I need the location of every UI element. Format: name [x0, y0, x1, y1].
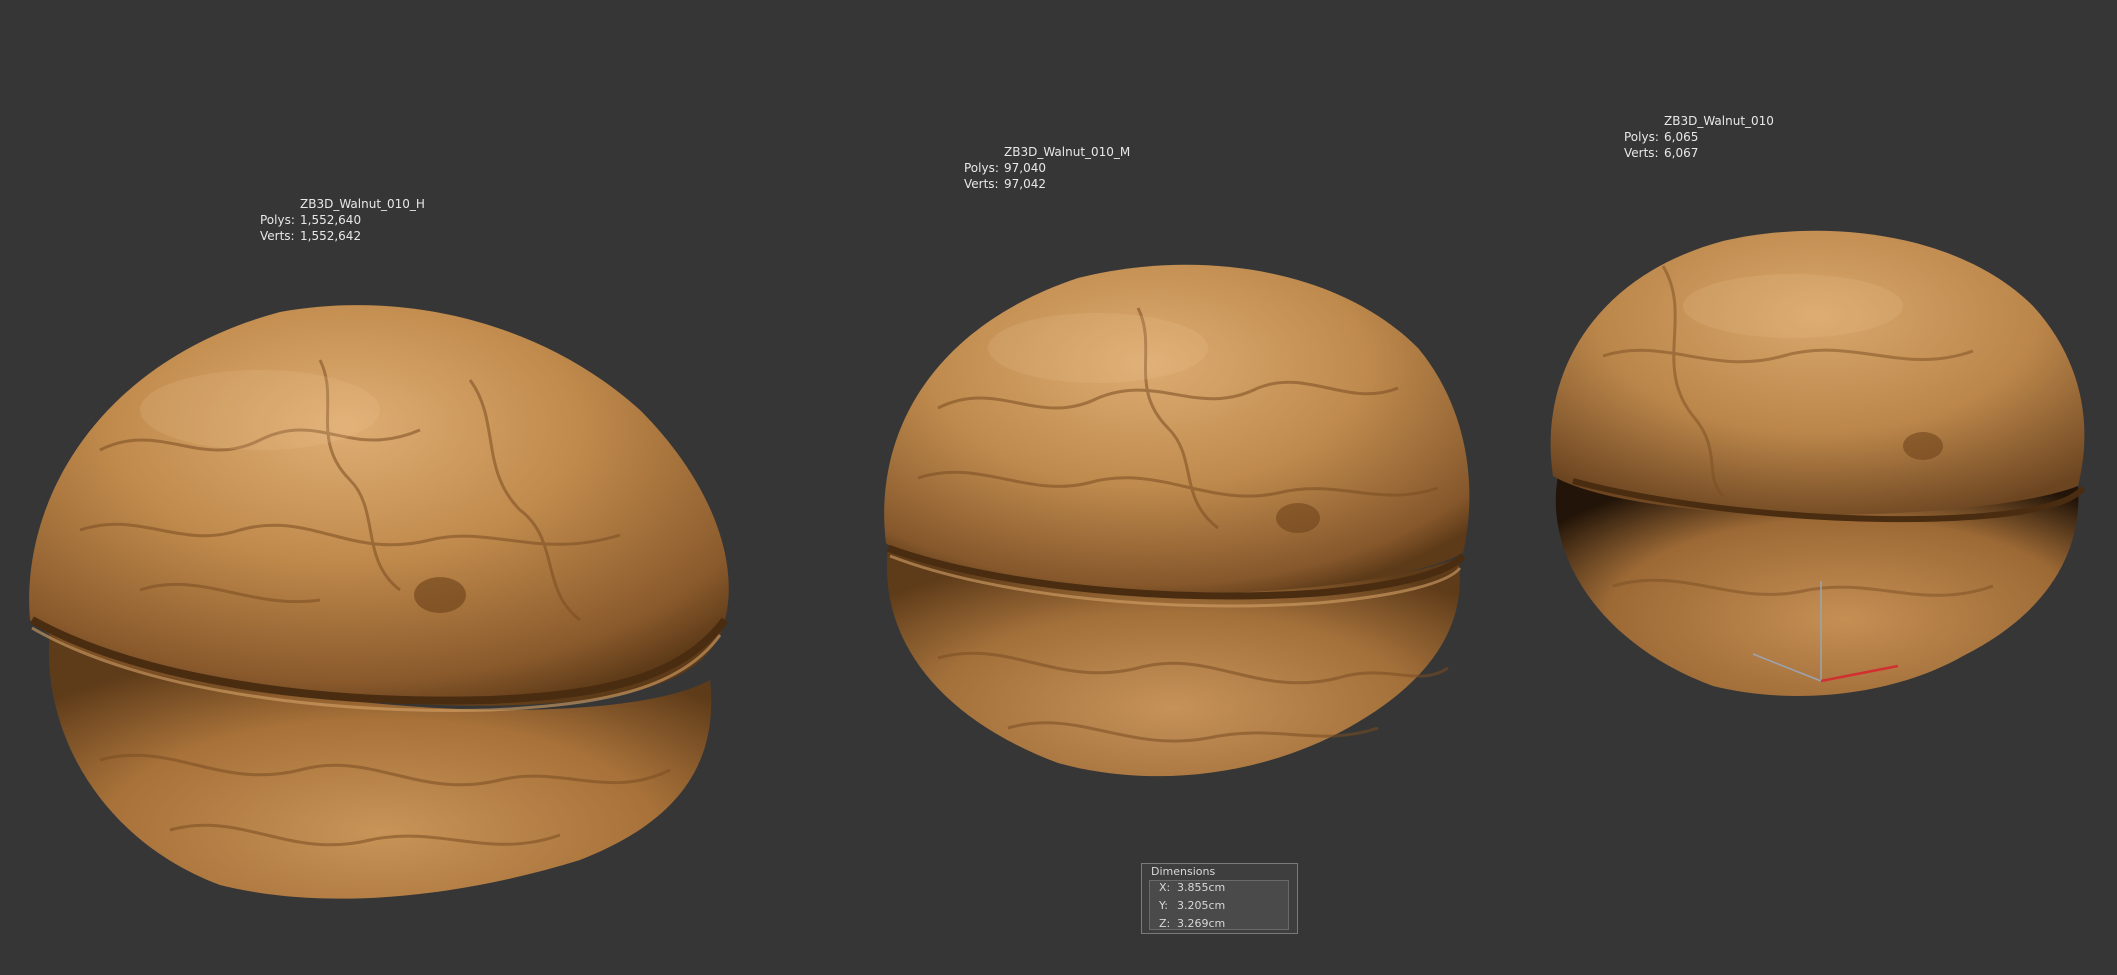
dimension-z-value: 3.269cm	[1177, 917, 1226, 930]
dimension-x-label: X:	[1159, 881, 1171, 894]
polys-value: 1,552,640	[300, 213, 362, 227]
dimension-x-value: 3.855cm	[1177, 881, 1226, 894]
model-stats-mid: ZB3D_Walnut_010_M Polys: 97,040 Verts: 97,…	[964, 144, 1164, 192]
dimensions-title: Dimensions	[1151, 865, 1216, 878]
model-name: ZB3D_Walnut_010	[1664, 114, 1774, 128]
verts-value: 6,067	[1664, 146, 1699, 160]
dimensions-panel: Dimensions X: 3.855cm Y: 3.205cm Z: 3.269cm	[1141, 863, 1298, 934]
walnut-model-high[interactable]	[20, 300, 740, 910]
polys-label: Polys:	[260, 213, 295, 227]
walnut-model-mid[interactable]	[878, 258, 1478, 788]
dimension-x-row: X: 3.855cm	[1159, 881, 1225, 894]
verts-value: 1,552,642	[300, 229, 362, 243]
model-name: ZB3D_Walnut_010_H	[300, 197, 425, 211]
verts-label: Verts:	[1624, 146, 1659, 160]
3d-viewport[interactable]: ZB3D_Walnut_010_H Polys: 1,552,640 Verts:…	[0, 0, 2117, 975]
dimension-y-row: Y: 3.205cm	[1159, 899, 1225, 912]
polys-value: 97,040	[1004, 161, 1046, 175]
dimension-z-label: Z:	[1159, 917, 1171, 930]
polys-value: 6,065	[1664, 130, 1699, 144]
walnut-model-low[interactable]	[1543, 226, 2093, 706]
verts-value: 97,042	[1004, 177, 1046, 191]
model-name: ZB3D_Walnut_010_M	[1004, 145, 1131, 159]
dimension-y-value: 3.205cm	[1177, 899, 1226, 912]
polys-label: Polys:	[1624, 130, 1659, 144]
dimension-y-label: Y:	[1159, 899, 1168, 912]
verts-label: Verts:	[964, 177, 999, 191]
model-stats-low: ZB3D_Walnut_010 Polys: 6,065 Verts: 6,067	[1624, 113, 1824, 161]
polys-label: Polys:	[964, 161, 999, 175]
dimension-z-row: Z: 3.269cm	[1159, 917, 1225, 930]
verts-label: Verts:	[260, 229, 295, 243]
model-stats-high: ZB3D_Walnut_010_H Polys: 1,552,640 Verts:…	[260, 196, 460, 244]
